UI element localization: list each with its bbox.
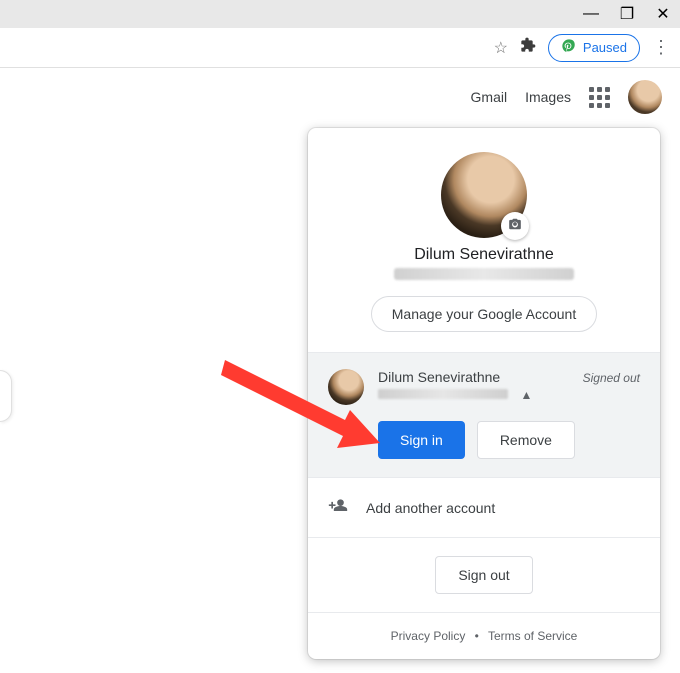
browser-toolbar: ☆ Paused ⋮ xyxy=(0,28,680,68)
window-minimize-button[interactable]: — xyxy=(584,7,598,21)
window-maximize-button[interactable]: ❐ xyxy=(620,7,634,21)
signout-section: Sign out xyxy=(308,537,660,612)
profile-paused-pill[interactable]: Paused xyxy=(548,34,640,62)
close-icon: ✕ xyxy=(656,4,669,24)
change-photo-badge[interactable] xyxy=(501,212,529,240)
account-row[interactable]: Dilum Senevirathne ▲ Signed out xyxy=(328,369,640,405)
person-add-icon xyxy=(328,496,348,519)
sign-out-button[interactable]: Sign out xyxy=(435,556,532,594)
add-account-label: Add another account xyxy=(366,500,495,516)
bookmark-star-icon[interactable]: ☆ xyxy=(494,38,508,58)
add-account-row[interactable]: Add another account xyxy=(308,477,660,537)
extensions-icon[interactable] xyxy=(520,37,536,58)
browser-menu-icon[interactable]: ⋮ xyxy=(652,37,670,58)
profile-icon xyxy=(561,38,577,57)
sign-in-button[interactable]: Sign in xyxy=(378,421,465,459)
window-close-button[interactable]: ✕ xyxy=(656,7,670,21)
chevron-up-icon[interactable]: ▲ xyxy=(520,388,532,402)
display-name: Dilum Senevirathne xyxy=(328,246,640,264)
window-titlebar: — ❐ ✕ xyxy=(0,0,680,28)
profile-avatar-small[interactable] xyxy=(628,80,662,114)
popup-footer: Privacy Policy • Terms of Service xyxy=(308,612,660,659)
account-popup: Dilum Senevirathne Manage your Google Ac… xyxy=(308,128,660,659)
apps-grid-icon[interactable] xyxy=(589,87,610,108)
privacy-link[interactable]: Privacy Policy xyxy=(391,629,466,643)
remove-account-button[interactable]: Remove xyxy=(477,421,575,459)
profile-avatar-large[interactable] xyxy=(441,152,527,238)
account-email-blurred xyxy=(378,389,508,399)
camera-icon xyxy=(508,217,522,236)
gmail-link[interactable]: Gmail xyxy=(471,89,508,105)
terms-link[interactable]: Terms of Service xyxy=(488,629,577,643)
minimize-icon: — xyxy=(583,5,599,23)
account-avatar xyxy=(328,369,364,405)
side-panel-handle[interactable] xyxy=(0,370,12,422)
signed-out-label: Signed out xyxy=(583,371,640,385)
maximize-icon: ❐ xyxy=(620,4,634,24)
secondary-account-section: Dilum Senevirathne ▲ Signed out Sign in … xyxy=(308,352,660,477)
manage-account-button[interactable]: Manage your Google Account xyxy=(371,296,597,332)
popup-header: Dilum Senevirathne Manage your Google Ac… xyxy=(308,128,660,352)
paused-label: Paused xyxy=(583,40,627,55)
header-links: Gmail Images xyxy=(471,80,662,114)
images-link[interactable]: Images xyxy=(525,89,571,105)
footer-separator: • xyxy=(475,629,479,643)
primary-email-blurred xyxy=(394,268,574,280)
